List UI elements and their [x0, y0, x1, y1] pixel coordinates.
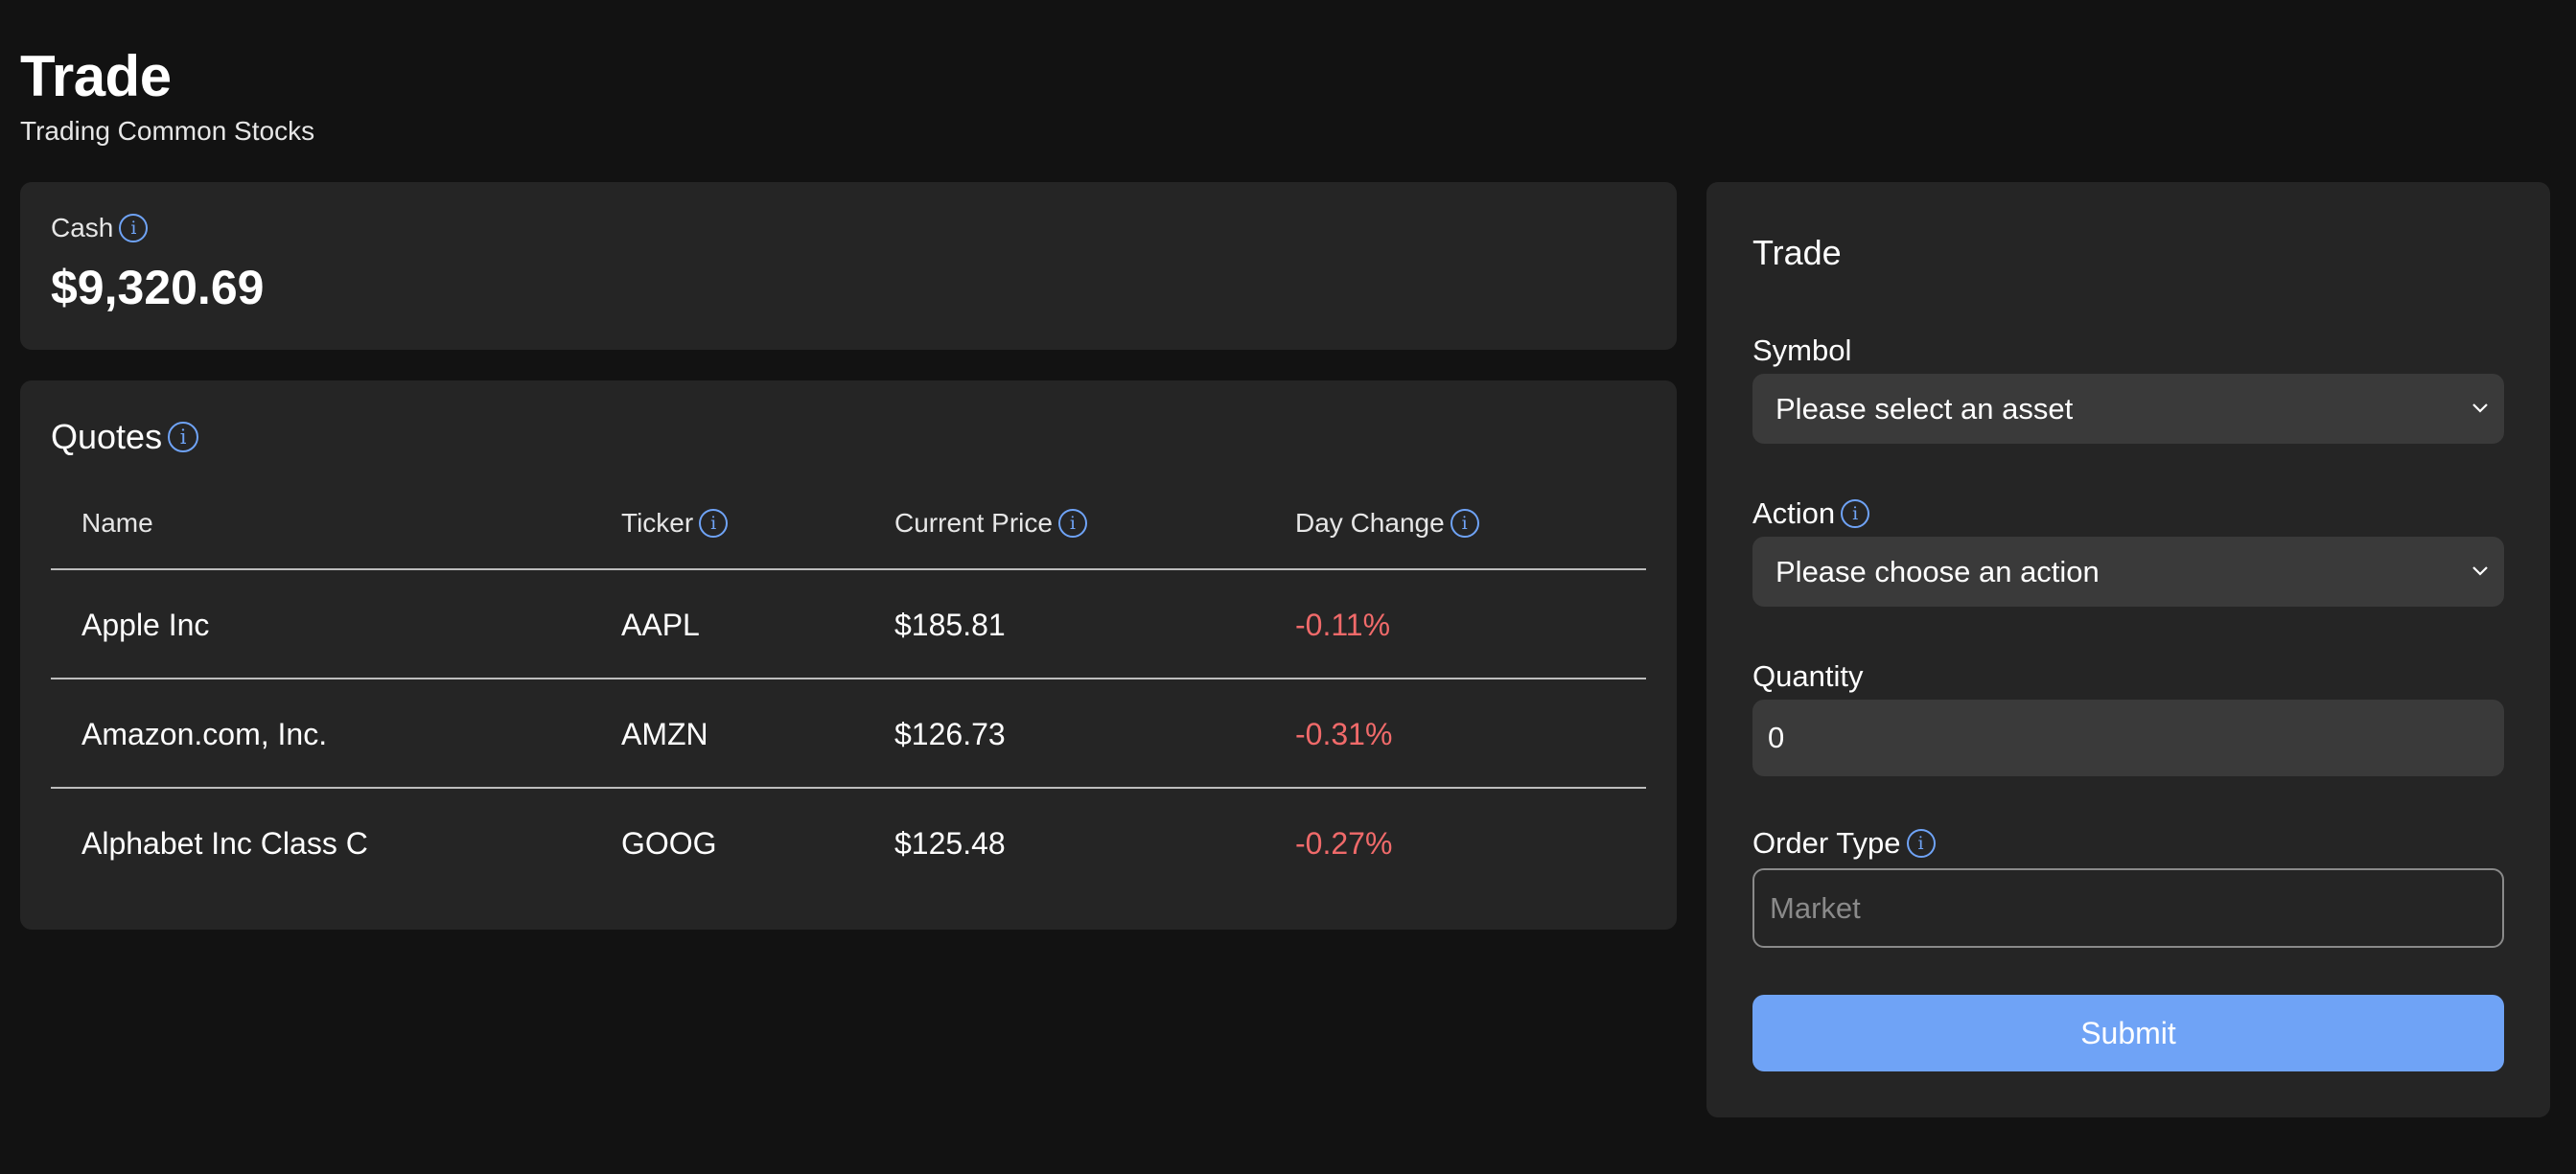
cell-price: $125.48 [894, 825, 1006, 861]
cell-name: Amazon.com, Inc. [81, 716, 328, 751]
order-type-placeholder: Market [1770, 890, 1861, 925]
quotes-card: Quotes i Name Ticker i Current Price i D… [20, 380, 1677, 930]
table-row[interactable]: Apple Inc AAPL $185.81 -0.11% [51, 570, 1646, 679]
action-select-value: Please choose an action [1775, 554, 2100, 588]
order-type-input[interactable]: Market [1752, 868, 2504, 948]
symbol-select[interactable]: Please select an asset [1752, 374, 2504, 444]
quotes-title-row: Quotes i [51, 417, 199, 457]
table-header: Name Ticker i Current Price i Day Change… [51, 476, 1646, 570]
cell-day-change: -0.11% [1295, 607, 1391, 642]
action-label: Action i [1752, 496, 1870, 531]
quotes-title: Quotes [51, 417, 163, 456]
info-icon[interactable]: i [1906, 829, 1936, 858]
info-icon[interactable]: i [699, 509, 729, 538]
cash-label-row: Cash i [51, 213, 149, 243]
table-row[interactable]: Alphabet Inc Class C GOOG $125.48 -0.27% [51, 789, 1646, 898]
info-icon[interactable]: i [1450, 509, 1479, 538]
cell-ticker: AMZN [621, 716, 708, 751]
page-subtitle: Trading Common Stocks [20, 116, 315, 146]
quantity-value: 0 [1768, 721, 1785, 754]
cash-card: Cash i $9,320.69 [20, 182, 1677, 350]
column-header-day-change: Day Change i [1295, 476, 1479, 570]
table-row[interactable]: Amazon.com, Inc. AMZN $126.73 -0.31% [51, 679, 1646, 789]
column-header-current-price: Current Price i [894, 476, 1087, 570]
chevron-down-icon [2472, 403, 2488, 413]
submit-button[interactable]: Submit [1752, 995, 2504, 1071]
quotes-table: Name Ticker i Current Price i Day Change… [51, 476, 1646, 898]
symbol-label: Symbol [1752, 334, 1852, 367]
cell-ticker: GOOG [621, 825, 717, 861]
chevron-down-icon [2472, 566, 2488, 576]
cell-name: Apple Inc [81, 607, 210, 642]
info-icon[interactable]: i [1057, 509, 1087, 538]
cell-day-change: -0.31% [1295, 716, 1393, 751]
trade-form-title: Trade [1752, 233, 1842, 272]
cash-value: $9,320.69 [51, 261, 265, 314]
trade-card: Trade Symbol Please select an asset Acti… [1706, 182, 2550, 1117]
column-header-name: Name [81, 508, 153, 538]
info-icon[interactable]: i [168, 422, 199, 452]
page-header: Trade Trading Common Stocks [20, 42, 314, 148]
action-select[interactable]: Please choose an action [1752, 537, 2504, 607]
cell-price: $126.73 [894, 716, 1006, 751]
symbol-select-value: Please select an asset [1775, 391, 2074, 426]
cell-name: Alphabet Inc Class C [81, 825, 368, 861]
cell-price: $185.81 [894, 607, 1006, 642]
cell-ticker: AAPL [621, 607, 700, 642]
quantity-input[interactable]: 0 [1752, 700, 2504, 776]
info-icon[interactable]: i [1841, 499, 1870, 528]
column-header-ticker: Ticker i [621, 476, 729, 570]
cash-label: Cash [51, 213, 114, 242]
info-icon[interactable]: i [119, 214, 149, 242]
cell-day-change: -0.27% [1295, 825, 1393, 861]
page-title: Trade [20, 44, 172, 108]
quantity-label: Quantity [1752, 659, 1864, 693]
order-type-label: Order Type i [1752, 826, 1936, 861]
